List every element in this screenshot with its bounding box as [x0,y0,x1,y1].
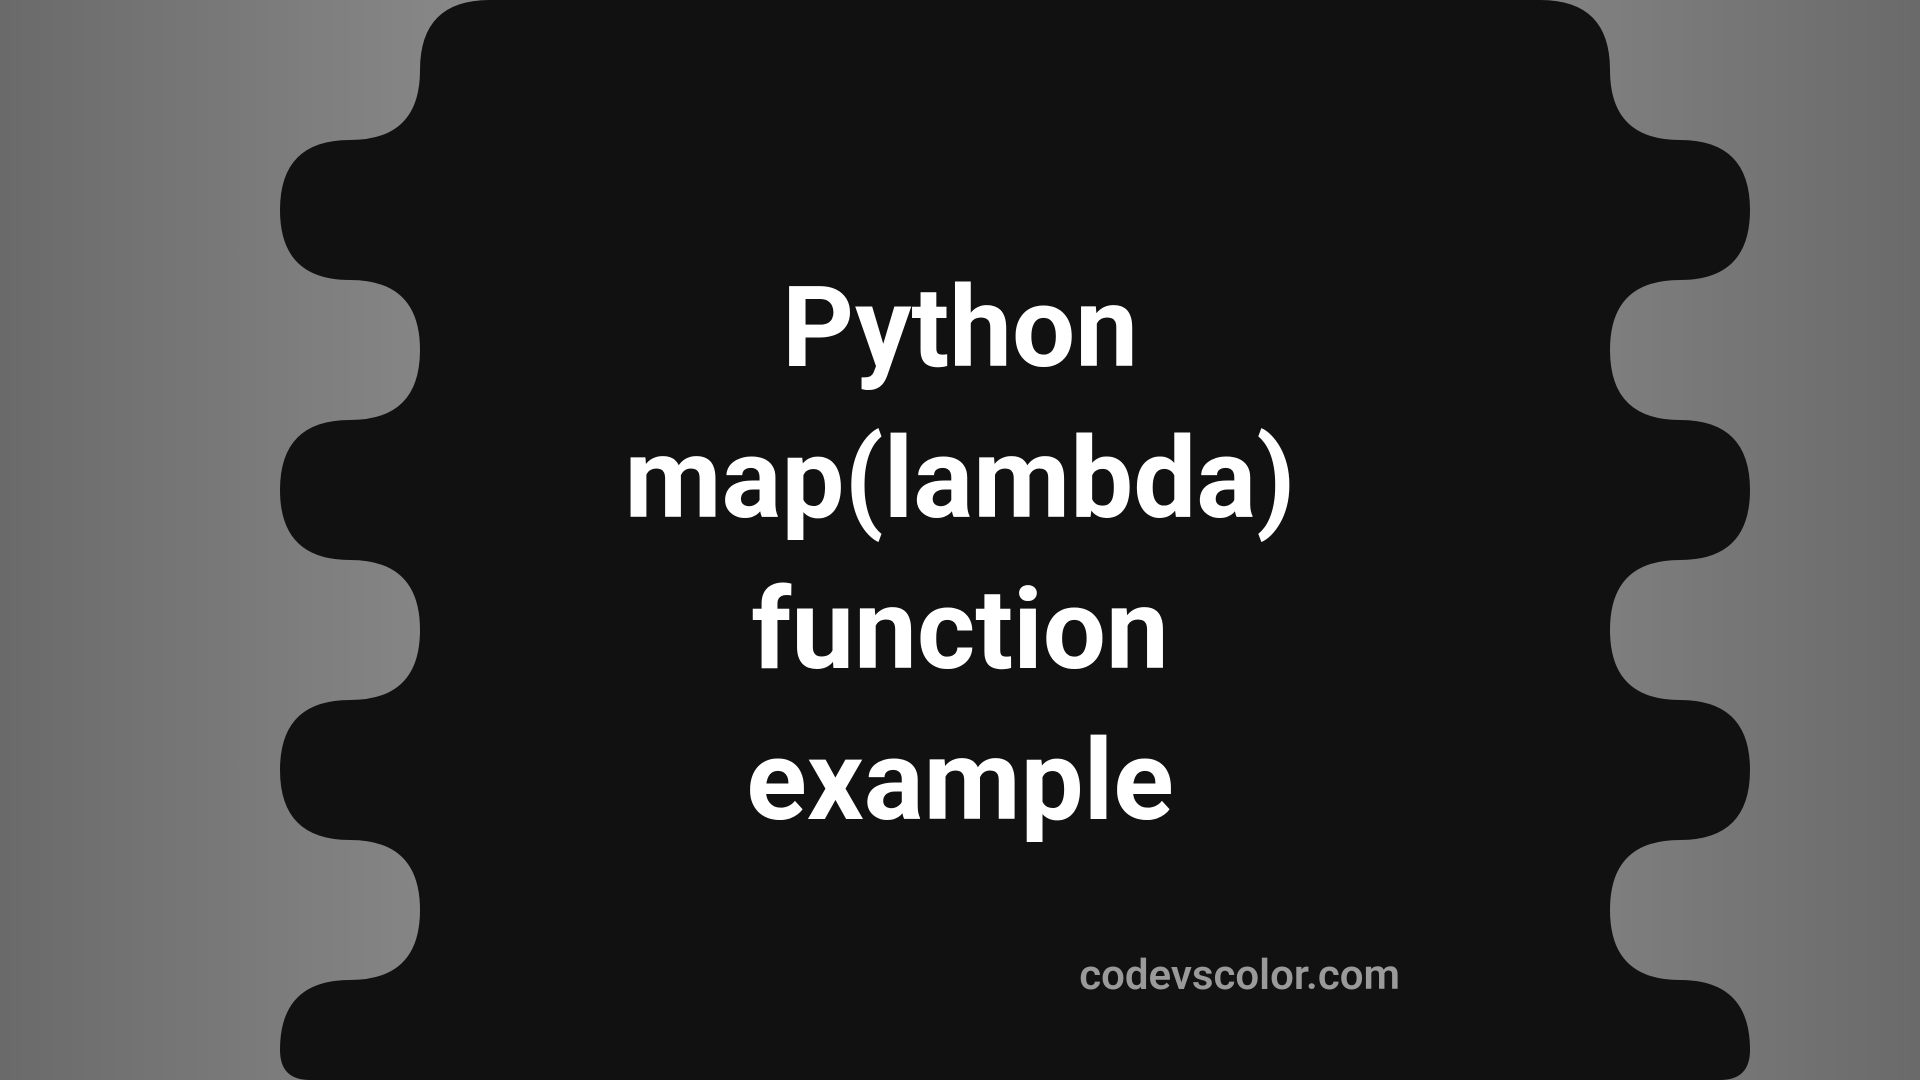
main-title: Python map(lambda) function example [624,253,1295,858]
site-url: codevscolor.com [1079,951,1400,1000]
title-line-3: function [624,555,1295,706]
title-line-2: map(lambda) [624,404,1295,555]
blob-container: Python map(lambda) function example code… [140,0,1780,1080]
title-line-4: example [624,706,1295,857]
content-area: Python map(lambda) function example code… [140,0,1780,1080]
title-line-1: Python [624,253,1295,404]
